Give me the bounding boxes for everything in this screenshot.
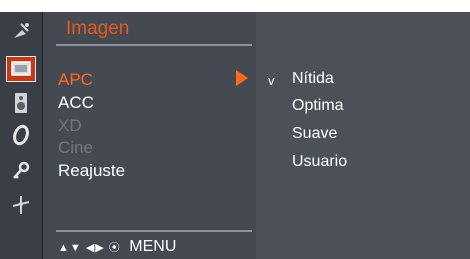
title-divider: [56, 44, 252, 46]
settings-icon[interactable]: [6, 192, 36, 218]
option-optima[interactable]: Optima: [292, 97, 344, 115]
option-suave[interactable]: Suave: [292, 125, 337, 143]
tv-osd-menu: Imagen APC ACC XD Cine Reajuste v Nítida…: [0, 0, 470, 259]
submenu-arrow-icon: [236, 70, 248, 86]
menu-label: MENU: [129, 238, 177, 255]
menu-item-xd: XD: [58, 116, 82, 135]
category-icon-bar: [0, 12, 43, 259]
option-nitida[interactable]: Nítida: [292, 70, 334, 88]
menu-item-cine: Cine: [58, 138, 93, 157]
navigation-symbols: ▲▼ ◀▶ ⦿: [58, 242, 121, 254]
menu-item-acc[interactable]: ACC: [58, 93, 94, 113]
menu-title: Imagen: [66, 18, 130, 39]
picture-icon[interactable]: [6, 56, 36, 82]
menu-item-apc[interactable]: APC: [58, 70, 93, 90]
selected-check-icon: v: [268, 73, 275, 88]
menu-item-reajuste[interactable]: Reajuste: [58, 161, 125, 181]
satellite-icon[interactable]: [6, 18, 36, 44]
key-icon[interactable]: [6, 158, 36, 184]
footer-hint: ▲▼ ◀▶ ⦿ MENU: [58, 238, 176, 256]
clock-icon[interactable]: [6, 122, 36, 148]
footer-divider: [56, 230, 252, 232]
option-usuario[interactable]: Usuario: [292, 153, 347, 171]
submenu-panel: [256, 12, 470, 259]
speaker-icon[interactable]: [6, 90, 36, 116]
